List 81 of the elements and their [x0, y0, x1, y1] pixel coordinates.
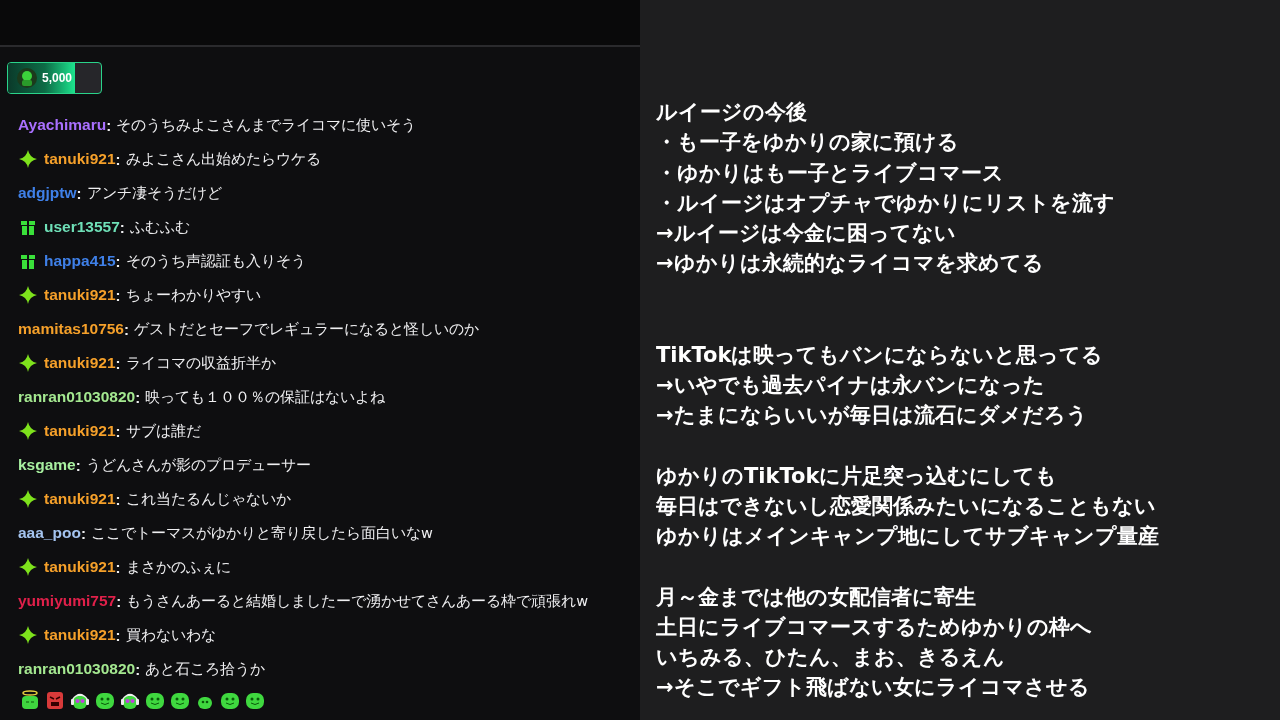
username[interactable]: tanuki921	[44, 354, 116, 372]
notes-line: ゆかりはメインキャンプ地にしてサブキャンプ量産	[656, 523, 1160, 551]
notes-line: →ゆかりは永続的なライコマを求めてる	[656, 250, 1045, 278]
chat-message: もうさんあーると結婚しましたーで湧かせてさんあーる枠で頑張れw	[126, 591, 589, 611]
chat-message: あと石ころ拾うか	[145, 659, 266, 679]
colon: :	[116, 592, 122, 610]
username[interactable]: tanuki921	[44, 558, 116, 576]
chat-message: そのうち声認証も入りそう	[125, 251, 306, 271]
colon: :	[135, 388, 141, 406]
star-badge-icon	[18, 149, 38, 169]
colon: :	[124, 320, 129, 338]
colon: :	[115, 490, 121, 508]
notes-line: →いやでも過去パイナは永バンになった	[656, 372, 1046, 400]
colon: :	[80, 524, 86, 542]
colon: :	[119, 218, 125, 236]
star-badge-icon	[18, 625, 38, 645]
username[interactable]: ranran01030820	[18, 388, 136, 406]
colon: :	[115, 422, 121, 440]
colon: :	[115, 286, 121, 304]
username[interactable]: tanuki921	[44, 150, 116, 168]
colon: :	[75, 456, 81, 474]
star-badge-icon	[18, 557, 38, 577]
notes-line: 毎日はできないし恋愛関係みたいになることもない	[656, 492, 1157, 520]
notes-line: →そこでギフト飛ばない女にライコマさせる	[656, 674, 1091, 702]
notes-line: ルイージの今後	[656, 99, 808, 126]
chat-message: まさかのふぇに	[125, 557, 231, 577]
colon: :	[115, 354, 121, 372]
notes-line: →ルイージは今金に困ってない	[656, 220, 957, 248]
colon: :	[115, 558, 121, 576]
star-badge-icon	[18, 353, 38, 373]
chat-message: みよこさん出始めたらウケる	[125, 149, 321, 169]
username[interactable]: ranran01030820	[18, 660, 136, 678]
star-badge-icon	[18, 285, 38, 305]
notes-line: TikTokは映ってもバンにならないと思ってる	[656, 341, 1105, 369]
chat-message: 買わないわな	[125, 625, 216, 645]
chat-message: ゲストだとセーフでレギュラーになると怪しいのか	[134, 319, 479, 339]
username[interactable]: adgjptw	[18, 184, 77, 202]
chat-message: うどんさんが影のプロデューサー	[85, 455, 311, 475]
chat-message: そのうちみよこさんまでライコマに使いそう	[116, 115, 417, 135]
colon: :	[106, 116, 112, 134]
notes-line: いちみる、ひたん、まお、きるえん	[656, 644, 1006, 672]
star-badge-icon	[18, 489, 38, 509]
points-icon	[16, 67, 38, 89]
emote-icon[interactable]	[170, 690, 190, 710]
username[interactable]: tanuki921	[44, 286, 116, 304]
chat-message: ここでトーマスがゆかりと寄り戻したら面白いなw	[90, 523, 433, 543]
colon: :	[115, 150, 121, 168]
emote-icon[interactable]	[95, 690, 115, 710]
emote-icon[interactable]	[220, 690, 240, 710]
username[interactable]: happa415	[44, 252, 116, 270]
emote-icon[interactable]	[20, 690, 40, 710]
username[interactable]: ksgame	[18, 456, 76, 474]
chat-message: ちょーわかりやすい	[125, 285, 261, 305]
username[interactable]: user13557	[44, 218, 120, 236]
username[interactable]: tanuki921	[44, 626, 116, 644]
chat-message: サブは誰だ	[125, 421, 201, 441]
notes-line: 土日にライブコマースするためゆかりの枠へ	[656, 613, 1093, 641]
chat-message: これ当たるんじゃないか	[125, 489, 291, 509]
notes-line: 月～金までは他の女配信者に寄生	[656, 583, 977, 611]
username[interactable]: aaa_poo	[18, 524, 81, 542]
colon: :	[76, 184, 82, 202]
notes-line: ・ルイージはオプチャでゆかりにリストを流す	[656, 189, 1116, 217]
colon: :	[115, 626, 121, 644]
username[interactable]: tanuki921	[44, 422, 116, 440]
username[interactable]: tanuki921	[44, 490, 116, 508]
emote-icon[interactable]	[245, 690, 265, 710]
chat-message: ふむふむ	[129, 217, 190, 237]
username[interactable]: yumiyumi757	[18, 592, 117, 610]
notes-line: ゆかりのTikTokに片足突っ込むにしても	[656, 462, 1059, 490]
chat-message: 映っても１００％の保証はないよね	[145, 387, 386, 407]
chat-message: ライコマの収益折半か	[125, 353, 276, 373]
emote-icon[interactable]	[145, 690, 165, 710]
chat-message: アンチ凄そうだけど	[86, 183, 222, 203]
notes-line: ・もー子をゆかりの家に預ける	[656, 129, 960, 157]
username[interactable]: Ayachimaru	[18, 116, 107, 134]
star-badge-icon	[18, 421, 38, 441]
username[interactable]: mamitas10756	[18, 320, 124, 338]
notes-line: →たまにならいいが毎日は流石にダメだろう	[656, 402, 1089, 430]
colon: :	[115, 252, 121, 270]
notes-line: ・ゆかりはもー子とライブコマース	[656, 159, 1005, 187]
colon: :	[135, 660, 141, 678]
